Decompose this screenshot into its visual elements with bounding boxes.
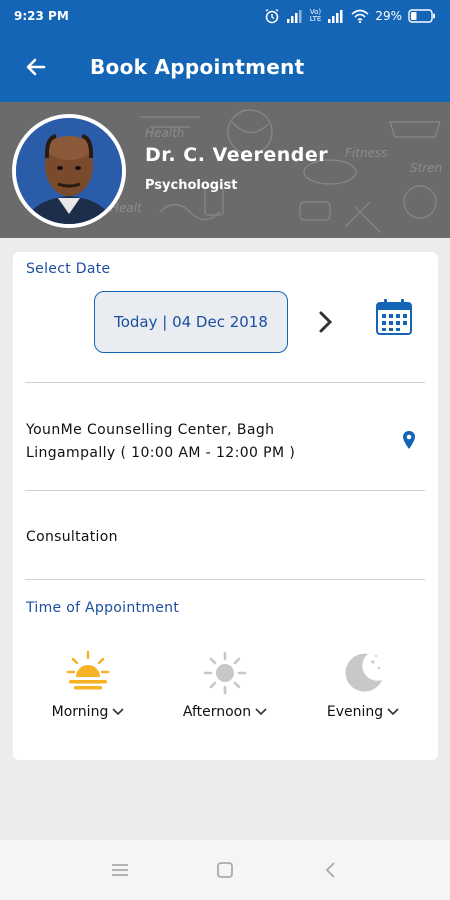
evening-label: Evening bbox=[326, 704, 384, 720]
slot-label: Evening bbox=[308, 704, 418, 720]
slot-label: Afternoon bbox=[170, 704, 280, 720]
menu-icon bbox=[112, 864, 128, 876]
network-type-label: Vo) LTE bbox=[310, 9, 322, 23]
status-time: 9:23 PM bbox=[14, 9, 69, 23]
back-button[interactable] bbox=[22, 53, 50, 81]
status-icons: Vo) LTE 29% bbox=[264, 8, 436, 24]
sun-icon bbox=[203, 651, 247, 695]
chevron-right-icon bbox=[319, 311, 333, 333]
location-pin-icon bbox=[403, 431, 415, 449]
consultation-type: Consultation bbox=[26, 529, 118, 545]
doctor-specialty: Psychologist bbox=[145, 178, 238, 193]
svg-text:Fitness: Fitness bbox=[345, 146, 387, 160]
svg-text:Health: Health bbox=[145, 126, 184, 140]
status-bar: 9:23 PM Vo) LTE 29% bbox=[0, 0, 450, 32]
morning-label: Morning bbox=[51, 704, 109, 720]
date-selector[interactable]: Today | 04 Dec 2018 bbox=[94, 291, 288, 353]
chevron-down-icon bbox=[387, 708, 399, 716]
slot-afternoon[interactable]: Afternoon bbox=[170, 650, 280, 730]
slot-evening[interactable]: Evening bbox=[308, 650, 418, 730]
system-nav-bar bbox=[0, 840, 450, 900]
calendar-icon bbox=[376, 299, 412, 335]
doctor-photo bbox=[16, 118, 122, 224]
afternoon-label: Afternoon bbox=[182, 704, 252, 720]
time-of-appointment-label: Time of Appointment bbox=[26, 600, 180, 616]
location-pin-button[interactable] bbox=[402, 430, 416, 450]
arrow-left-icon bbox=[26, 58, 46, 76]
clinic-location-text: YounMe Counselling Center, Bagh Lingampa… bbox=[26, 422, 296, 461]
system-back-button[interactable] bbox=[315, 855, 345, 885]
appointment-card: Select Date Today | 04 Dec 2018 YounMe C… bbox=[13, 252, 438, 760]
calendar-button[interactable] bbox=[375, 298, 413, 336]
chevron-down-icon bbox=[255, 708, 267, 716]
doctor-name: Dr. C. Veerender bbox=[145, 144, 329, 166]
alarm-icon bbox=[264, 8, 280, 24]
divider bbox=[25, 490, 425, 491]
battery-icon bbox=[408, 9, 436, 23]
home-icon bbox=[217, 862, 233, 878]
wifi-icon bbox=[351, 9, 369, 23]
lte-label: LTE bbox=[309, 15, 322, 23]
recent-apps-button[interactable] bbox=[105, 855, 135, 885]
moon-icon bbox=[345, 653, 382, 692]
divider bbox=[25, 382, 425, 383]
doctor-banner: Health Fitness Stren Healt Dr. C. Veeren… bbox=[0, 102, 450, 238]
doctor-avatar bbox=[12, 114, 126, 228]
signal-icon bbox=[286, 9, 304, 23]
page-title: Book Appointment bbox=[90, 55, 305, 79]
svg-text:Stren: Stren bbox=[410, 161, 442, 175]
battery-percent: 29% bbox=[375, 9, 402, 23]
select-date-label: Select Date bbox=[26, 261, 111, 277]
divider bbox=[25, 579, 425, 580]
slot-label: Morning bbox=[33, 704, 143, 720]
back-icon bbox=[325, 862, 335, 878]
next-date-button[interactable] bbox=[315, 309, 337, 335]
chevron-down-icon bbox=[112, 708, 124, 716]
slot-morning[interactable]: Morning bbox=[33, 650, 143, 730]
app-bar: Book Appointment bbox=[0, 32, 450, 102]
signal-icon bbox=[327, 9, 345, 23]
sunrise-icon bbox=[66, 650, 110, 690]
home-button[interactable] bbox=[210, 855, 240, 885]
